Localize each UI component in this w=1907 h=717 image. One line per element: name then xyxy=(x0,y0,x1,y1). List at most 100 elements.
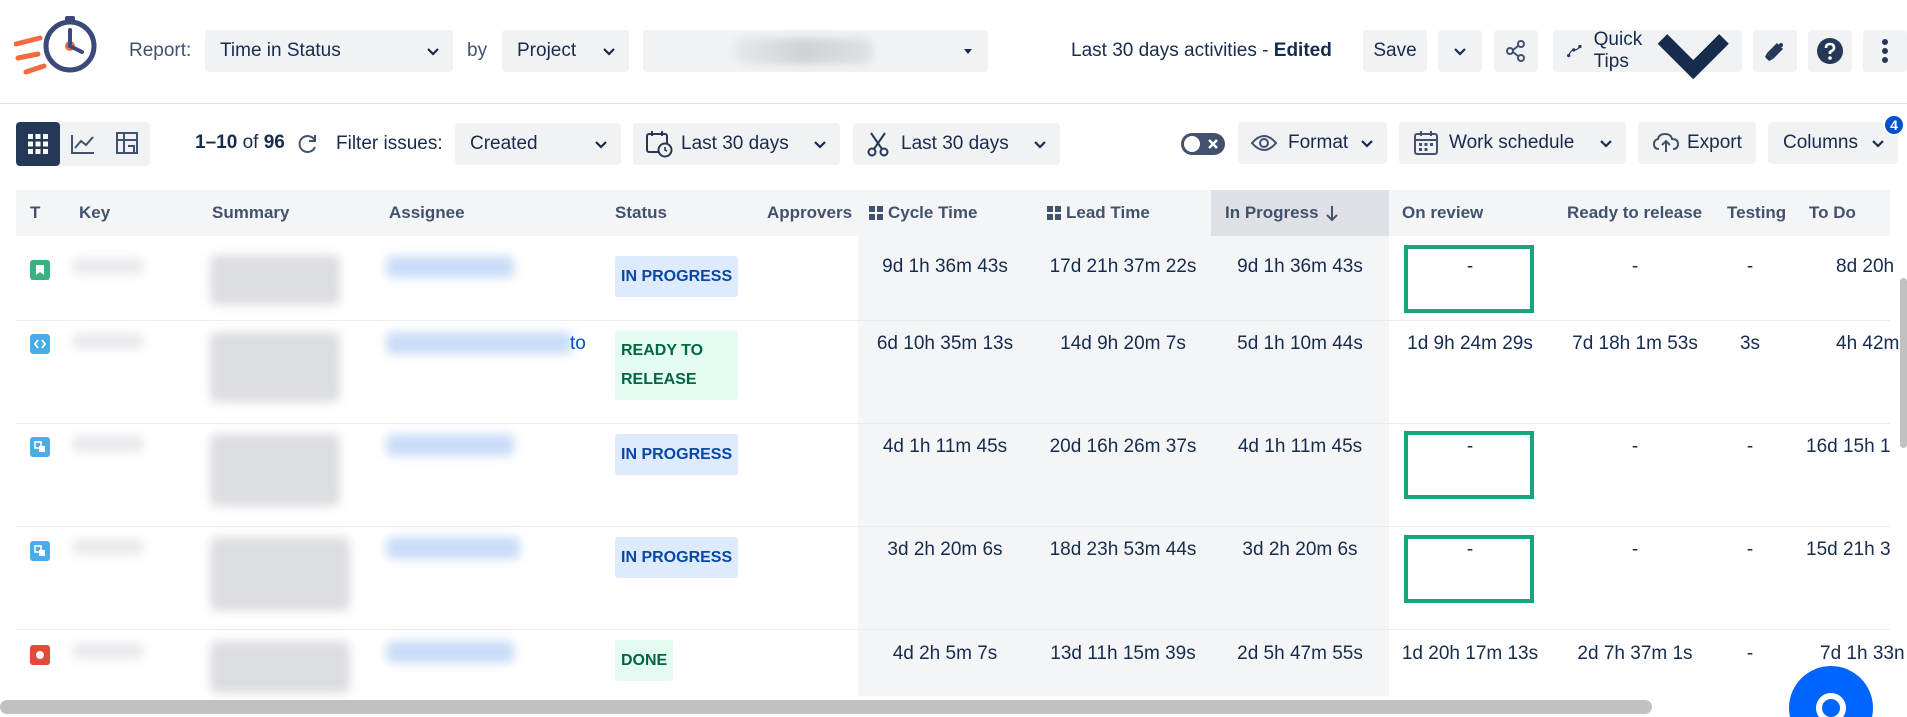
date-range-picker-1[interactable]: Last 30 days xyxy=(633,123,840,165)
to-do-cell: 8d 20h xyxy=(1836,256,1895,277)
chevron-down-icon xyxy=(814,141,826,149)
to-do-cell: 4h 42m xyxy=(1836,333,1900,354)
lifebuoy-icon xyxy=(1816,693,1846,717)
chevron-down-icon xyxy=(1600,140,1612,148)
redacted-issue-key[interactable] xyxy=(72,643,144,659)
column-header-to-do[interactable]: To Do xyxy=(1809,190,1856,236)
more-options-button[interactable] xyxy=(1863,30,1907,72)
on-review-cell: 1d 9h 24m 29s xyxy=(1407,333,1533,354)
chevron-down-icon xyxy=(603,48,615,56)
columns-button[interactable]: Columns xyxy=(1768,122,1898,164)
group-grid-icon xyxy=(869,206,883,220)
toggle-knob xyxy=(1184,136,1200,152)
column-header-ready-to-release[interactable]: Ready to release xyxy=(1567,190,1702,236)
date-range-picker-2[interactable]: Last 30 days xyxy=(853,123,1060,165)
horizontal-scrollbar[interactable] xyxy=(0,700,1652,714)
share-icon xyxy=(1506,40,1525,62)
quick-tips-button[interactable]: Quick Tips xyxy=(1553,29,1742,80)
redacted-summary xyxy=(210,641,350,693)
eye-icon xyxy=(1250,135,1278,151)
pivot-view-button[interactable] xyxy=(106,122,150,166)
more-vertical-icon xyxy=(1882,39,1888,63)
column-header-status[interactable]: Status xyxy=(615,190,667,236)
row-divider xyxy=(16,423,1890,424)
to-do-cell: 7d 1h 33n xyxy=(1820,643,1905,664)
column-header-cycle-time[interactable]: Cycle Time xyxy=(869,190,977,236)
redacted-summary xyxy=(210,434,340,506)
toggle-switch[interactable] xyxy=(1181,133,1225,155)
group-by-select[interactable]: Project xyxy=(502,30,629,72)
lead-time-cell: 17d 21h 37m 22s xyxy=(1049,256,1197,277)
column-header-type[interactable]: T xyxy=(30,190,40,236)
lead-time-cell: 13d 11h 15m 39s xyxy=(1050,643,1196,664)
app-logo-stopwatch-icon xyxy=(14,16,97,75)
question-circle-icon xyxy=(1817,38,1843,64)
lead-time-cell: 14d 9h 20m 7s xyxy=(1060,333,1186,354)
view-switcher xyxy=(16,122,150,166)
redacted-assignee[interactable] xyxy=(386,256,514,278)
redacted-assignee[interactable] xyxy=(386,434,514,456)
by-label: by xyxy=(467,40,488,61)
filter-issues-value: Created xyxy=(470,133,538,154)
save-button[interactable]: Save xyxy=(1363,30,1427,72)
column-header-lead-time[interactable]: Lead Time xyxy=(1047,190,1150,236)
in-progress-cell: 5d 1h 10m 44s xyxy=(1237,333,1363,354)
work-schedule-select[interactable]: Work schedule xyxy=(1399,122,1626,164)
redacted-issue-key[interactable] xyxy=(72,539,144,555)
redacted-assignee[interactable] xyxy=(386,332,572,354)
column-header-approvers[interactable]: Approvers xyxy=(767,190,852,236)
pagination-range: 1–10 of 96 xyxy=(195,132,285,154)
testing-cell: - xyxy=(1746,256,1754,277)
range-start: 1 xyxy=(195,132,206,153)
column-header-testing[interactable]: Testing xyxy=(1727,190,1786,236)
assignee-suffix: to xyxy=(570,333,586,354)
column-header-key[interactable]: Key xyxy=(79,190,110,236)
megaphone-icon xyxy=(1765,43,1783,61)
format-button[interactable]: Format xyxy=(1238,122,1387,164)
in-progress-column-background xyxy=(1211,236,1389,696)
redacted-summary xyxy=(210,537,350,611)
help-chat-button[interactable] xyxy=(1789,666,1873,717)
chevron-down-icon xyxy=(1454,48,1466,56)
on-review-cell: 1d 20h 17m 13s xyxy=(1401,643,1539,664)
redacted-summary xyxy=(210,255,340,305)
report-type-value: Time in Status xyxy=(220,40,341,61)
filter-issues-select[interactable]: Created xyxy=(455,123,621,165)
date-range-2-value: Last 30 days xyxy=(901,133,1009,154)
redacted-issue-key[interactable] xyxy=(72,258,144,274)
column-header-summary[interactable]: Summary xyxy=(212,190,289,236)
cycle-time-label: Cycle Time xyxy=(888,203,978,222)
help-button[interactable] xyxy=(1808,30,1852,72)
activity-status: Last 30 days activities - Edited xyxy=(1071,40,1332,62)
ready-to-release-cell: 7d 18h 1m 53s xyxy=(1572,333,1698,354)
to-do-cell: 15d 21h 3 xyxy=(1806,539,1891,560)
chart-view-button[interactable] xyxy=(61,122,105,166)
redacted-issue-key[interactable] xyxy=(72,333,144,349)
chevron-down-icon xyxy=(1657,33,1729,80)
column-header-in-progress[interactable]: In Progress xyxy=(1211,190,1389,236)
close-icon xyxy=(1208,139,1218,149)
testing-cell: - xyxy=(1746,539,1754,560)
report-type-select[interactable]: Time in Status xyxy=(205,30,453,72)
calendar-icon xyxy=(1414,131,1438,155)
redacted-assignee[interactable] xyxy=(386,537,520,559)
save-options-button[interactable] xyxy=(1438,30,1482,72)
row-divider xyxy=(16,526,1890,527)
column-header-on-review[interactable]: On review xyxy=(1402,190,1483,236)
redacted-issue-key[interactable] xyxy=(72,436,144,452)
column-header-assignee[interactable]: Assignee xyxy=(389,190,465,236)
group-by-value: Project xyxy=(517,40,577,61)
redacted-assignee[interactable] xyxy=(386,641,514,663)
share-button[interactable] xyxy=(1494,30,1538,72)
highlight-box xyxy=(1404,245,1534,313)
vertical-scrollbar[interactable] xyxy=(1900,278,1907,448)
project-select[interactable] xyxy=(643,30,988,72)
grid-view-button[interactable] xyxy=(16,122,60,166)
notifications-button[interactable] xyxy=(1753,30,1797,72)
testing-cell: - xyxy=(1746,643,1754,664)
ready-to-release-cell: - xyxy=(1631,539,1639,560)
refresh-icon[interactable] xyxy=(297,133,319,155)
line-chart-icon xyxy=(71,135,94,154)
highlight-box xyxy=(1404,535,1534,603)
export-button[interactable]: Export xyxy=(1638,122,1756,164)
